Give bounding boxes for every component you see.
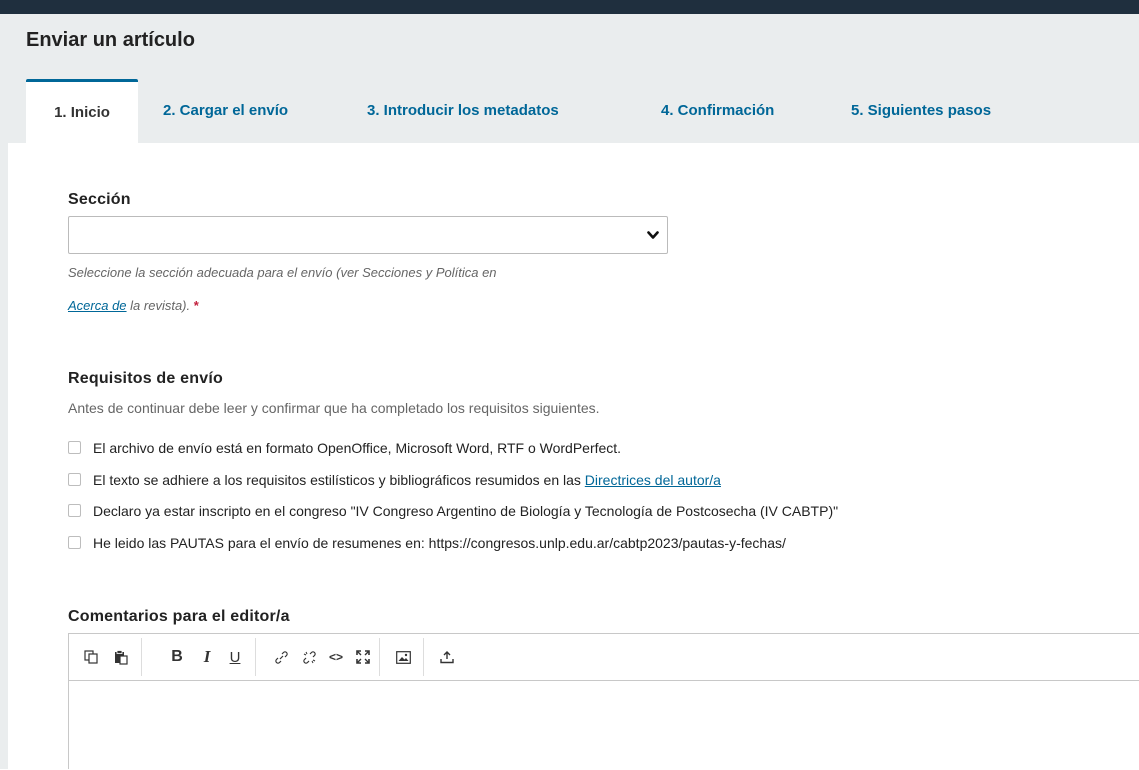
italic-icon[interactable]: I	[193, 634, 221, 680]
requirement-item: El archivo de envío está en formato Open…	[68, 440, 621, 460]
tab-siguientes-pasos[interactable]: 5. Siguientes pasos	[851, 79, 991, 143]
requirement-checkbox[interactable]	[68, 441, 81, 454]
code-icon[interactable]: <>	[322, 634, 350, 680]
wizard-tabs: 1. Inicio 2. Cargar el envío 3. Introduc…	[8, 79, 1139, 143]
top-bar	[0, 0, 1139, 14]
section-help-line2: Acerca de la revista). *	[68, 298, 199, 313]
left-gutter	[0, 79, 8, 769]
unlink-icon[interactable]	[295, 634, 323, 680]
comments-editor: B I U <>	[68, 633, 1139, 769]
comments-textarea[interactable]	[69, 681, 1139, 770]
requirement-checkbox[interactable]	[68, 473, 81, 486]
chevron-down-icon	[647, 231, 659, 239]
acerca-de-link[interactable]: Acerca de	[68, 298, 127, 313]
requirement-item: Declaro ya estar inscripto en el congres…	[68, 503, 838, 523]
tab-confirmacion[interactable]: 4. Confirmación	[661, 79, 774, 143]
tab-introducir-metadatos[interactable]: 3. Introducir los metadatos	[367, 79, 559, 143]
fullscreen-icon[interactable]	[349, 634, 377, 680]
requirements-heading: Requisitos de envío	[68, 370, 223, 387]
requirements-description: Antes de continuar debe leer y confirmar…	[68, 400, 600, 416]
tab-inicio[interactable]: 1. Inicio	[26, 79, 138, 143]
tab-cargar-envio[interactable]: 2. Cargar el envío	[163, 79, 288, 143]
link-icon[interactable]	[267, 634, 295, 680]
underline-icon[interactable]: U	[221, 634, 249, 680]
requirement-item: He leido las PAUTAS para el envío de res…	[68, 535, 786, 555]
bold-icon[interactable]: B	[163, 634, 191, 680]
section-label: Sección	[68, 191, 131, 208]
editor-toolbar: B I U <>	[69, 634, 1139, 681]
page-title: Enviar un artículo	[26, 29, 195, 51]
directrices-link[interactable]: Directrices del autor/a	[585, 472, 721, 488]
required-mark: *	[193, 298, 199, 313]
section-help: Seleccione la sección adecuada para el e…	[68, 265, 497, 280]
section-select[interactable]	[68, 216, 668, 254]
requirement-checkbox[interactable]	[68, 536, 81, 549]
requirement-checkbox[interactable]	[68, 504, 81, 517]
copy-icon[interactable]	[77, 634, 105, 680]
comments-label: Comentarios para el editor/a	[68, 608, 290, 625]
paste-icon[interactable]	[107, 634, 135, 680]
requirement-item: El texto se adhiere a los requisitos est…	[68, 472, 721, 492]
image-icon[interactable]	[389, 634, 417, 680]
upload-icon[interactable]	[433, 634, 461, 680]
